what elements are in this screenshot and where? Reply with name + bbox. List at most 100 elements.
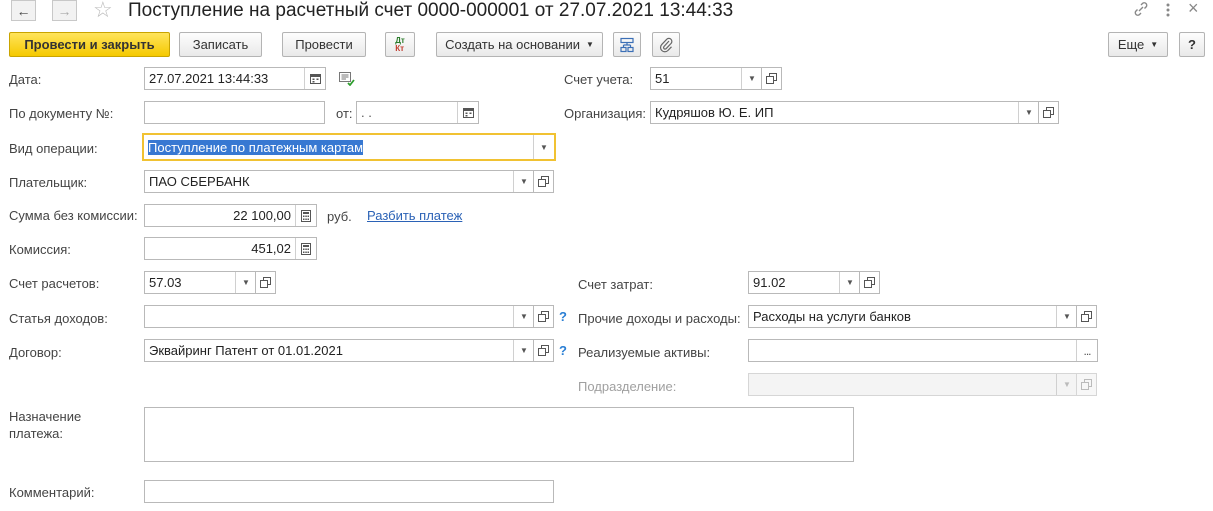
payment-purpose-label: Назначение платежа:: [9, 409, 82, 441]
settlement-account-open-button[interactable]: [255, 271, 276, 294]
account-select[interactable]: 51 ▼: [650, 67, 763, 90]
structure-icon: [620, 37, 634, 52]
calendar-button[interactable]: [457, 102, 478, 123]
calculator-icon: [301, 242, 311, 255]
link-icon[interactable]: [1132, 0, 1150, 18]
help-button[interactable]: ?: [1179, 32, 1205, 57]
chevron-down-icon: ▼: [1150, 40, 1159, 49]
open-window-icon: [538, 311, 549, 322]
calendar-icon: [309, 74, 321, 84]
other-income-expense-label: Прочие доходы и расходы:: [578, 311, 741, 326]
comment-input[interactable]: [144, 480, 554, 503]
income-item-select[interactable]: ▼: [144, 305, 535, 328]
calendar-icon: [462, 108, 474, 118]
division-label: Подразделение:: [578, 379, 677, 394]
assets-input[interactable]: ...: [748, 339, 1098, 362]
payer-open-button[interactable]: [533, 170, 554, 193]
ellipsis-icon[interactable]: ...: [1076, 340, 1097, 361]
account-open-button[interactable]: [761, 67, 782, 90]
payer-select[interactable]: ПАО СБЕРБАНК ▼: [144, 170, 535, 193]
cost-account-open-button[interactable]: [859, 271, 880, 294]
doc-number-label: По документу №:: [9, 106, 114, 121]
organization-label: Организация:: [564, 106, 647, 121]
operation-type-select[interactable]: Поступление по платежным картам ▼: [142, 133, 556, 161]
open-window-icon: [1043, 107, 1054, 118]
dt-kt-button[interactable]: Дт Кт: [385, 32, 415, 57]
other-income-expense-open-button[interactable]: [1076, 305, 1097, 328]
date-field[interactable]: 27.07.2021 13:44:33: [144, 67, 326, 90]
open-window-icon: [538, 176, 549, 187]
window-title: Поступление на расчетный счет 0000-00000…: [128, 0, 734, 21]
split-payment-link[interactable]: Разбить платеж: [367, 208, 462, 223]
other-income-expense-select[interactable]: Расходы на услуги банков ▼: [748, 305, 1078, 328]
organization-open-button[interactable]: [1038, 101, 1059, 124]
chevron-down-icon: ▼: [1056, 374, 1077, 395]
from-date-field[interactable]: . .: [356, 101, 479, 124]
contract-help-icon[interactable]: ?: [559, 343, 567, 358]
amount-input[interactable]: 22 100,00: [144, 204, 317, 227]
close-icon[interactable]: ×: [1188, 0, 1199, 19]
chevron-down-icon[interactable]: ▼: [513, 340, 534, 361]
chevron-down-icon[interactable]: ▼: [235, 272, 256, 293]
open-window-icon: [864, 277, 875, 288]
account-label: Счет учета:: [564, 72, 634, 87]
settlement-account-label: Счет расчетов:: [9, 276, 100, 291]
forward-button[interactable]: →: [52, 0, 77, 21]
from-date-label: от:: [336, 106, 353, 121]
chevron-down-icon[interactable]: ▼: [533, 135, 554, 159]
chevron-down-icon[interactable]: ▼: [741, 68, 762, 89]
income-item-label: Статья доходов:: [9, 311, 108, 326]
favorite-star-icon[interactable]: ☆: [93, 0, 113, 23]
assets-label: Реализуемые активы:: [578, 345, 711, 360]
open-window-icon: [766, 73, 777, 84]
chevron-down-icon[interactable]: ▼: [839, 272, 860, 293]
calculator-icon: [301, 209, 311, 222]
back-button[interactable]: ←: [11, 0, 36, 21]
date-label: Дата:: [9, 72, 42, 87]
contract-select[interactable]: Эквайринг Патент от 01.01.2021 ▼: [144, 339, 535, 362]
contract-label: Договор:: [9, 345, 62, 360]
division-open-button: [1076, 373, 1097, 396]
payment-purpose-textarea[interactable]: [144, 407, 854, 462]
open-window-icon: [260, 277, 271, 288]
save-button[interactable]: Записать: [179, 32, 262, 57]
calculator-button[interactable]: [295, 205, 316, 226]
chevron-down-icon[interactable]: ▼: [1018, 102, 1039, 123]
create-based-on-button[interactable]: Создать на основании ▼: [436, 32, 603, 57]
income-item-help-icon[interactable]: ?: [559, 309, 567, 324]
cost-account-label: Счет затрат:: [578, 277, 653, 292]
calculator-button[interactable]: [295, 238, 316, 259]
paperclip-icon: [659, 37, 673, 52]
comment-label: Комментарий:: [9, 485, 95, 500]
menu-dots-icon[interactable]: [1163, 1, 1173, 19]
cost-account-select[interactable]: 91.02 ▼: [748, 271, 861, 294]
currency-label: руб.: [327, 209, 352, 224]
post-and-close-button[interactable]: Провести и закрыть: [9, 32, 170, 57]
open-window-icon: [1081, 379, 1092, 390]
chevron-down-icon[interactable]: ▼: [513, 171, 534, 192]
amount-label: Сумма без комиссии:: [9, 208, 138, 223]
structure-button[interactable]: [613, 32, 641, 57]
chevron-down-icon: ▼: [585, 40, 594, 49]
edit-list-icon[interactable]: [339, 72, 355, 89]
chevron-down-icon[interactable]: ▼: [513, 306, 534, 327]
attach-button[interactable]: [652, 32, 680, 57]
contract-open-button[interactable]: [533, 339, 554, 362]
commission-label: Комиссия:: [9, 242, 71, 257]
chevron-down-icon[interactable]: ▼: [1056, 306, 1077, 327]
dt-kt-icon: Дт Кт: [395, 35, 405, 53]
open-window-icon: [1081, 311, 1092, 322]
income-item-open-button[interactable]: [533, 305, 554, 328]
arrow-left-icon: ←: [16, 2, 31, 19]
doc-number-input[interactable]: [144, 101, 325, 124]
arrow-right-icon: →: [57, 2, 72, 19]
calendar-button[interactable]: [304, 68, 325, 89]
settlement-account-select[interactable]: 57.03 ▼: [144, 271, 257, 294]
organization-select[interactable]: Кудряшов Ю. Е. ИП ▼: [650, 101, 1040, 124]
post-button[interactable]: Провести: [282, 32, 366, 57]
operation-type-label: Вид операции:: [9, 141, 98, 156]
payer-label: Плательщик:: [9, 175, 88, 190]
division-select: ▼: [748, 373, 1078, 396]
more-button[interactable]: Еще ▼: [1108, 32, 1168, 57]
commission-input[interactable]: 451,02: [144, 237, 317, 260]
